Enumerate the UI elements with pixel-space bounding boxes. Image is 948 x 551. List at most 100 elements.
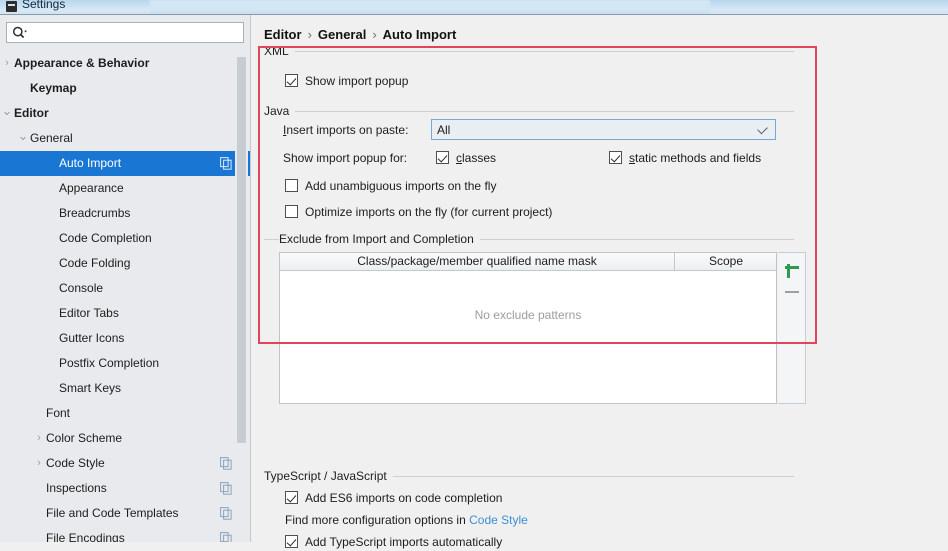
checkbox-add-unambiguous-imports[interactable]: Add unambiguous imports on the fly [285,177,496,195]
chevron-down-icon[interactable] [757,123,768,135]
group-xml-title: XML [264,44,295,58]
breadcrumb-separator: › [307,27,312,42]
chevron-down-icon[interactable]: ⌄ [16,126,30,151]
sidebar-item-label: Code Style [46,456,105,470]
checkbox-indicator[interactable] [609,151,622,164]
sidebar-item-label: Smart Keys [59,381,122,395]
chevron-right-icon[interactable]: › [32,451,46,476]
chevron-right-icon[interactable]: › [0,51,14,76]
checkbox-classes[interactable]: classes [436,149,496,167]
sidebar-item-gutter-icons[interactable]: Gutter Icons [0,326,250,351]
label-show-import-popup-for: Show import popup for: [283,151,408,165]
sidebar-item-file-and-code-templates[interactable]: File and Code Templates [0,501,250,526]
checkbox-label: classes [456,151,497,165]
checkbox-label: static methods and fields [629,151,762,165]
copy-settings-icon[interactable] [220,457,232,470]
checkbox-indicator[interactable] [285,535,298,548]
breadcrumb-separator: › [372,27,377,42]
sidebar-item-label: Auto Import [59,156,122,170]
sidebar-item-code-style[interactable]: › Code Style [0,451,250,476]
sidebar-item-appearance-behavior[interactable]: › Appearance & Behavior [0,51,250,76]
breadcrumb-part-auto-import[interactable]: Auto Import [383,27,457,42]
exclude-table-header: Class/package/member qualified name mask… [280,253,776,271]
code-style-link[interactable]: Code Style [469,513,528,527]
sidebar-item-label: Code Folding [59,256,131,270]
exclude-table-empty-message: No exclude patterns [474,308,582,322]
sidebar-item-general[interactable]: ⌄ General [0,126,250,151]
settings-tree[interactable]: › Appearance & Behavior Keymap ⌄ Editor ⌄ Gene… [0,51,250,542]
column-header-scope[interactable]: Scope [676,253,776,270]
sidebar-item-label: Inspections [46,481,107,495]
group-exclude-title: Exclude from Import and Completion [279,232,480,246]
column-header-mask[interactable]: Class/package/member qualified name mask [280,253,675,270]
remove-row-button[interactable] [781,281,803,303]
sidebar-scrollbar[interactable] [235,51,248,542]
group-xml-rule [264,51,794,52]
select-value: All [437,123,451,137]
sidebar-item-font[interactable]: Font [0,401,250,426]
checkbox-indicator[interactable] [285,74,298,87]
sidebar-item-editor-tabs[interactable]: Editor Tabs [0,301,250,326]
insert-imports-on-paste-select[interactable]: All [431,119,776,140]
settings-content-panel: Editor › General › Auto Import XML Show impo… [251,15,948,549]
checkbox-indicator[interactable] [285,205,298,218]
copy-settings-icon[interactable] [220,157,232,170]
sidebar-item-label: Code Completion [59,231,152,245]
sidebar-item-console[interactable]: Console [0,276,250,301]
add-row-button[interactable] [781,256,803,278]
checkbox-optimize-imports-on-the-fly[interactable]: Optimize imports on the fly (for current… [285,203,552,221]
sidebar-item-label: Editor Tabs [59,306,119,320]
sidebar-item-code-completion[interactable]: Code Completion [0,226,250,251]
sidebar-item-label: Breadcrumbs [59,206,131,220]
sidebar-item-label: Gutter Icons [59,331,125,345]
checkbox-label: Add ES6 imports on code completion [305,491,503,505]
sidebar-item-smart-keys[interactable]: Smart Keys [0,376,250,401]
copy-settings-icon[interactable] [220,482,232,495]
sidebar-scrollbar-thumb[interactable] [237,57,246,443]
settings-window-icon [6,1,17,12]
label-insert-imports-rest: nsert imports on paste: [286,123,409,137]
search-icon[interactable] [12,26,27,40]
group-java-title: Java [264,104,296,118]
sidebar-item-code-folding[interactable]: Code Folding [0,251,250,276]
checkbox-add-typescript-imports[interactable]: Add TypeScript imports automatically [285,533,502,551]
settings-sidebar: › Appearance & Behavior Keymap ⌄ Editor ⌄ Gene… [0,15,250,542]
sidebar-item-label: Editor [14,106,49,120]
exclude-patterns-table[interactable]: Class/package/member qualified name mask… [279,252,777,404]
sidebar-item-appearance[interactable]: Appearance [0,176,250,201]
minus-icon [785,291,799,293]
search-input[interactable] [31,25,237,41]
sidebar-item-label: Appearance [59,181,124,195]
code-style-hint-prefix: Find more configuration options in [285,513,466,527]
checkbox-static-methods-and-fields[interactable]: static methods and fields [609,149,761,167]
sidebar-item-label: Font [46,406,71,420]
sidebar-item-editor[interactable]: ⌄ Editor [0,101,250,126]
group-java: Java [264,104,794,118]
checkbox-label: Add TypeScript imports automatically [305,535,503,549]
copy-settings-icon[interactable] [220,507,232,520]
settings-dialog: › Appearance & Behavior Keymap ⌄ Editor ⌄ Gene… [0,14,948,549]
sidebar-item-inspections[interactable]: Inspections [0,476,250,501]
chevron-down-icon[interactable]: ⌄ [0,101,14,126]
sidebar-item-postfix-completion[interactable]: Postfix Completion [0,351,250,376]
sidebar-item-label: File and Code Templates [46,506,179,520]
sidebar-item-breadcrumbs[interactable]: Breadcrumbs [0,201,250,226]
checkbox-indicator[interactable] [285,179,298,192]
checkbox-indicator[interactable] [436,151,449,164]
checkbox-indicator[interactable] [285,491,298,504]
sidebar-item-file-encodings[interactable]: File Encodings [0,526,250,542]
sidebar-item-keymap[interactable]: Keymap [0,76,250,101]
sidebar-item-label: Console [59,281,104,295]
sidebar-item-auto-import[interactable]: Auto Import [0,151,250,176]
breadcrumb-part-general[interactable]: General [318,27,366,42]
search-box[interactable] [6,22,244,43]
checkbox-add-es6-imports[interactable]: Add ES6 imports on code completion [285,489,502,507]
breadcrumb: Editor › General › Auto Import [264,27,456,42]
breadcrumb-part-editor[interactable]: Editor [264,27,302,42]
sidebar-item-label: Color Scheme [46,431,123,445]
sidebar-item-color-scheme[interactable]: › Color Scheme [0,426,250,451]
group-exclude: Exclude from Import and Completion [264,232,794,246]
chevron-right-icon[interactable]: › [32,426,46,451]
checkbox-show-import-popup-xml[interactable]: Show import popup [285,72,408,90]
window-title: Settings [22,0,66,11]
